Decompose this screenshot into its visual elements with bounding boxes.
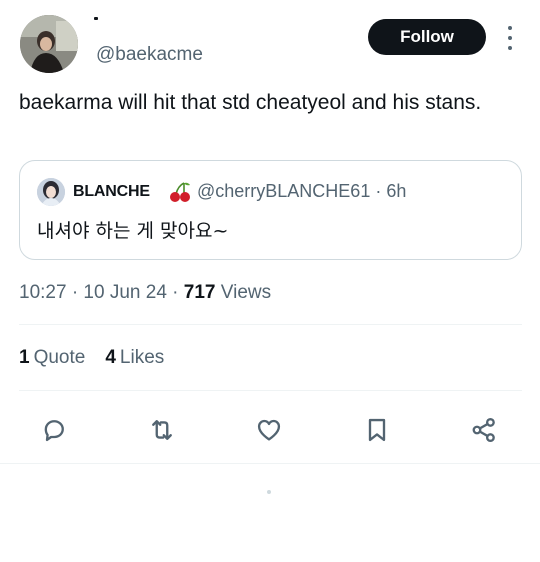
tweet-meta: 10:27 · 10 Jun 24 · 717 Views xyxy=(19,282,271,304)
heart-icon[interactable] xyxy=(253,414,285,446)
divider xyxy=(19,324,522,325)
likes-label: Likes xyxy=(119,347,165,368)
quotes-stat[interactable]: 1 Quote xyxy=(19,347,85,369)
action-bar xyxy=(0,410,540,450)
divider xyxy=(0,463,540,464)
tweet-text: baekarma will hit that std cheatyeol and… xyxy=(19,91,482,114)
quote-text: 내셔야 하는 게 맞아요~ xyxy=(37,220,229,242)
quoted-tweet[interactable]: BLANCHE @cherryBLANCHE61 · 6h 내셔야 하는 게 맞… xyxy=(19,160,522,260)
views-label: Views xyxy=(215,282,272,303)
likes-count: 4 xyxy=(105,347,116,368)
display-name-emoji xyxy=(94,17,98,20)
loading-indicator xyxy=(267,490,271,494)
quote-handle-time: @cherryBLANCHE61 · 6h xyxy=(197,181,407,201)
divider xyxy=(19,390,522,391)
quote-author-name: BLANCHE xyxy=(73,183,150,200)
retweet-icon[interactable] xyxy=(146,414,178,446)
reply-icon[interactable] xyxy=(38,414,70,446)
bookmark-icon[interactable] xyxy=(361,414,393,446)
quote-avatar xyxy=(37,178,65,206)
tweet-timestamp[interactable]: 10:27 · 10 Jun 24 · xyxy=(19,282,184,303)
quotes-count: 1 xyxy=(19,347,30,368)
tweet-header: @baekacme Follow xyxy=(0,0,540,80)
follow-button[interactable]: Follow xyxy=(368,19,486,55)
share-icon[interactable] xyxy=(468,414,500,446)
views-count: 717 xyxy=(183,282,216,303)
author-handle[interactable]: @baekacme xyxy=(96,44,203,66)
quotes-label: Quote xyxy=(33,347,86,368)
avatar[interactable] xyxy=(20,15,78,73)
avatar-image xyxy=(20,15,78,73)
cherry-icon xyxy=(170,182,190,202)
likes-stat[interactable]: 4 Likes xyxy=(105,347,164,369)
engagement-stats: 1 Quote 4 Likes xyxy=(19,347,164,369)
more-vertical-icon[interactable] xyxy=(505,26,515,50)
